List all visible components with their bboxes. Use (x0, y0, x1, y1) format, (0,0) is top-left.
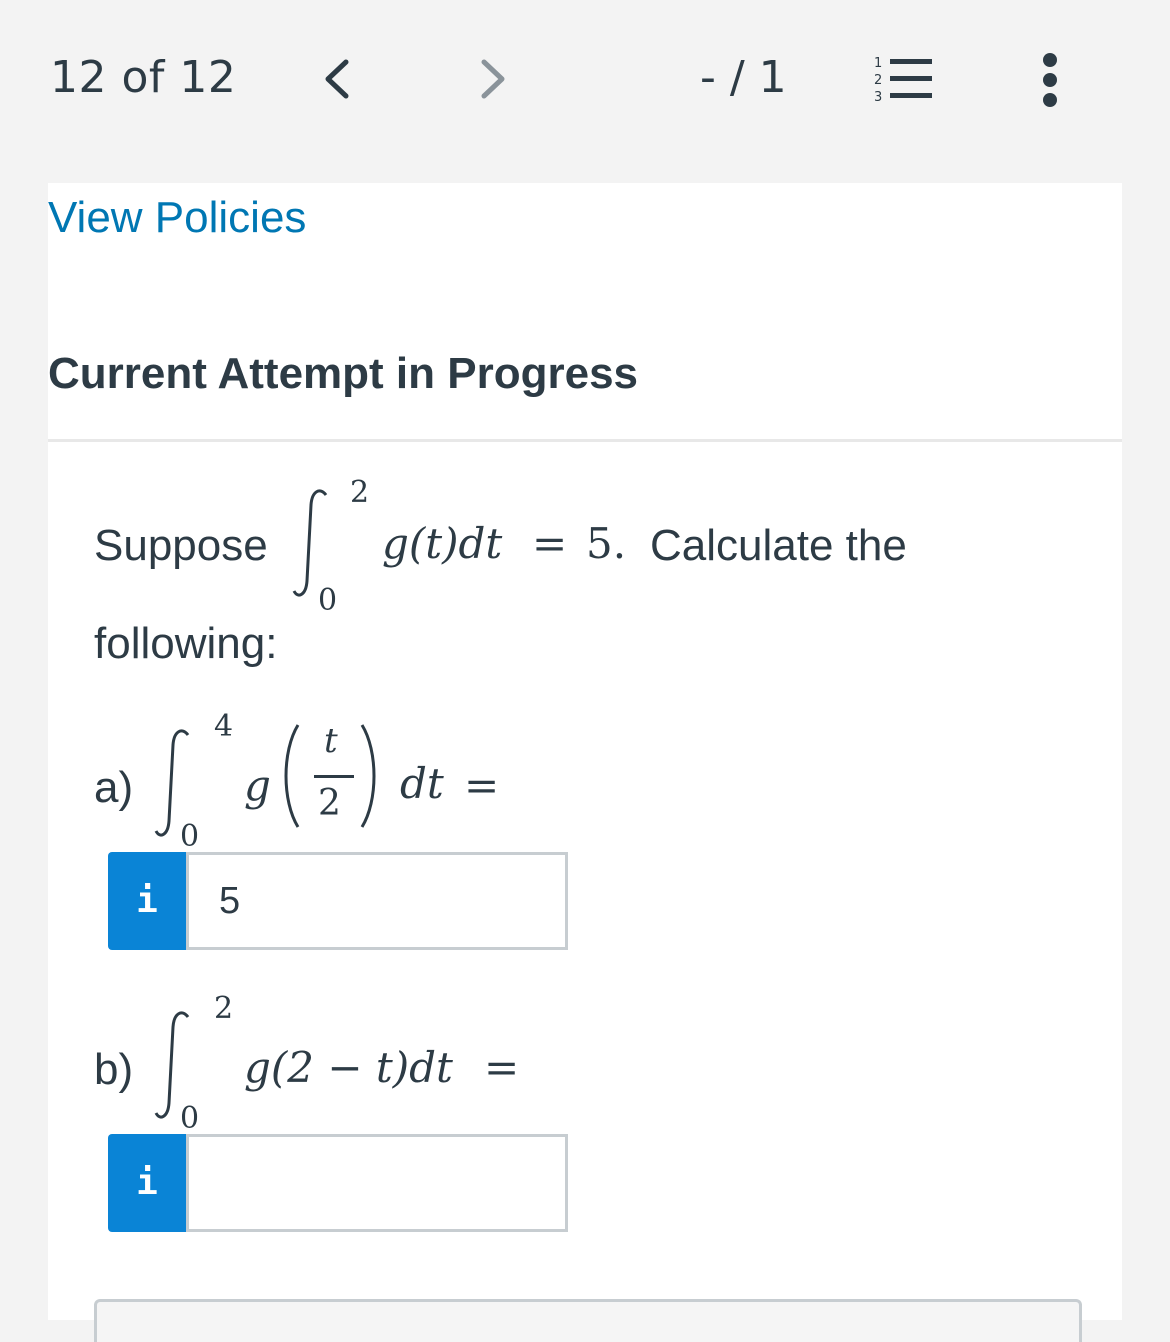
part-a-info-button[interactable]: i (108, 852, 186, 950)
part-b-answer-input[interactable] (186, 1134, 568, 1232)
question-counter: 12 of 12 (50, 52, 237, 103)
integral-lower-limit: 0 (318, 583, 338, 618)
question-card: View Policies Current Attempt in Progres… (48, 183, 1122, 1342)
next-question-button[interactable] (474, 54, 514, 104)
question-intro-continued: following: (94, 619, 278, 668)
fraction-numerator: t (324, 721, 338, 761)
part-a-answer-input[interactable] (186, 852, 568, 950)
part-a-lower-limit: 0 (180, 819, 200, 854)
next-section-panel (94, 1299, 1082, 1342)
chevron-right-icon (481, 59, 505, 99)
chevron-left-icon (325, 59, 349, 99)
divider (48, 439, 1122, 442)
part-a-function: g (244, 761, 271, 810)
left-paren (284, 724, 300, 828)
question-intro: Suppose (94, 521, 268, 570)
part-b-integrand: g(2 − t)dt (244, 1043, 453, 1092)
equals-sign: = (532, 519, 568, 568)
svg-text:1: 1 (874, 56, 882, 71)
svg-text:2: 2 (874, 73, 882, 88)
fraction-bar (314, 775, 354, 778)
integral-upper-limit: 2 (350, 475, 370, 510)
integral-value: 5. (586, 519, 627, 568)
numbered-list-icon: 1 2 3 (874, 56, 932, 105)
right-paren (360, 724, 376, 828)
part-b-equals: = (484, 1043, 520, 1092)
svg-text:3: 3 (874, 90, 882, 103)
part-b-upper-limit: 2 (214, 991, 234, 1026)
question-intro-tail: Calculate the (650, 521, 907, 570)
more-options-button[interactable] (1036, 52, 1064, 108)
part-a-equals: = (464, 761, 500, 810)
previous-question-button[interactable] (316, 54, 356, 104)
part-b-info-button[interactable]: i (108, 1134, 186, 1232)
view-policies-link[interactable]: View Policies (48, 193, 306, 243)
part-b-label: b) (94, 1045, 134, 1094)
part-a-differential: dt (400, 759, 444, 808)
kebab-menu-icon (1043, 53, 1057, 107)
attempt-status-heading: Current Attempt in Progress (48, 349, 639, 398)
question-list-button[interactable]: 1 2 3 (872, 53, 934, 105)
part-b-lower-limit: 0 (180, 1101, 200, 1136)
top-toolbar: 12 of 12 - / 1 1 2 3 (0, 0, 1170, 183)
part-a-label: a) (94, 763, 134, 812)
score-display: - / 1 (700, 52, 787, 103)
integrand: g(t)dt (382, 519, 503, 568)
part-a-upper-limit: 4 (214, 709, 234, 744)
fraction-denominator: 2 (318, 783, 341, 824)
